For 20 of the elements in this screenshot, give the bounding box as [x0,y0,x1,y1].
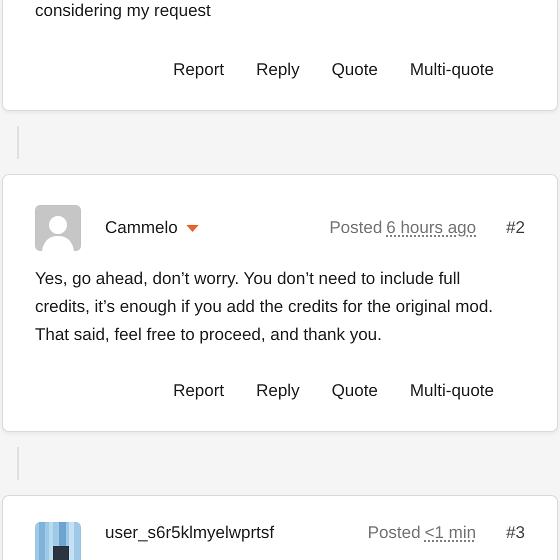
post-text: Yes, go ahead, don’t worry. You don’t need to include full credits, it’s enough if you add the credits for the original mod. That said, feel free to proceed, and thank you. [35,268,494,346]
post-time[interactable]: 6 hours ago [386,218,476,238]
post-action-link[interactable]: Report [173,58,224,82]
post-action-link[interactable]: Report [173,379,224,403]
avatar-icon[interactable] [35,205,81,251]
post-action-link[interactable]: Reply [256,379,300,403]
posted-label: Posted [368,523,421,543]
post-number[interactable]: #3 [506,523,525,543]
author-name[interactable]: user_s6r5klmyelwprtsf [105,523,274,543]
post-number[interactable]: #2 [506,218,525,238]
post-action-link[interactable]: Multi-quote [410,58,494,82]
post-action-link[interactable]: Quote [332,58,378,82]
author-name[interactable]: Cammelo [105,218,178,238]
caret-icon[interactable] [186,224,199,232]
post-action-link[interactable]: Reply [256,58,300,82]
post-time[interactable]: <1 min [424,523,476,543]
posted-label: Posted [329,218,382,238]
post-text: considering my request [35,0,212,22]
post-action-link[interactable]: Multi-quote [410,379,494,403]
post-action-link[interactable]: Quote [332,379,378,403]
